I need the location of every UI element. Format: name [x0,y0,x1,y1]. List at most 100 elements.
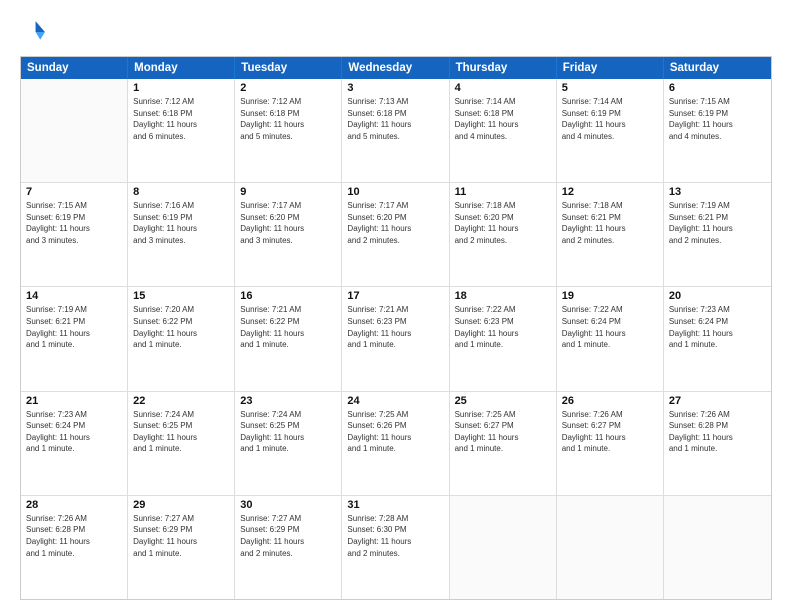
cal-cell: 14Sunrise: 7:19 AMSunset: 6:21 PMDayligh… [21,287,128,390]
cell-line: Sunset: 6:19 PM [562,108,658,120]
day-number: 26 [562,395,658,407]
cell-line: and 1 minute. [562,443,658,455]
cell-line: Daylight: 11 hours [562,119,658,131]
cell-line: Sunrise: 7:14 AM [455,96,551,108]
cal-cell: 24Sunrise: 7:25 AMSunset: 6:26 PMDayligh… [342,392,449,495]
cal-cell: 6Sunrise: 7:15 AMSunset: 6:19 PMDaylight… [664,79,771,182]
cal-cell: 28Sunrise: 7:26 AMSunset: 6:28 PMDayligh… [21,496,128,599]
cell-line: Sunset: 6:18 PM [347,108,443,120]
cal-cell: 26Sunrise: 7:26 AMSunset: 6:27 PMDayligh… [557,392,664,495]
cell-line: and 2 minutes. [455,235,551,247]
day-number: 20 [669,290,766,302]
cell-line: Sunrise: 7:16 AM [133,200,229,212]
cell-line: Sunset: 6:19 PM [26,212,122,224]
day-number: 11 [455,186,551,198]
day-number: 29 [133,499,229,511]
cal-header-cell: Monday [128,57,235,79]
cal-row: 21Sunrise: 7:23 AMSunset: 6:24 PMDayligh… [21,392,771,496]
cal-cell: 13Sunrise: 7:19 AMSunset: 6:21 PMDayligh… [664,183,771,286]
cal-cell: 20Sunrise: 7:23 AMSunset: 6:24 PMDayligh… [664,287,771,390]
cell-line: Sunrise: 7:26 AM [26,513,122,525]
cal-cell: 7Sunrise: 7:15 AMSunset: 6:19 PMDaylight… [21,183,128,286]
cell-line: Sunset: 6:20 PM [240,212,336,224]
cell-line: and 1 minute. [240,443,336,455]
cell-line: and 1 minute. [26,339,122,351]
cal-row: 28Sunrise: 7:26 AMSunset: 6:28 PMDayligh… [21,496,771,599]
day-number: 7 [26,186,122,198]
cell-line: and 4 minutes. [455,131,551,143]
cal-cell: 31Sunrise: 7:28 AMSunset: 6:30 PMDayligh… [342,496,449,599]
cell-line: Daylight: 11 hours [26,432,122,444]
cell-line: Sunrise: 7:26 AM [562,409,658,421]
day-number: 30 [240,499,336,511]
cell-line: Daylight: 11 hours [347,536,443,548]
day-number: 4 [455,82,551,94]
cell-line: Sunrise: 7:25 AM [347,409,443,421]
cell-line: Sunrise: 7:23 AM [669,304,766,316]
cell-line: Sunset: 6:23 PM [347,316,443,328]
cell-line: Sunset: 6:27 PM [562,420,658,432]
cell-line: Sunrise: 7:15 AM [669,96,766,108]
cell-line: Daylight: 11 hours [26,536,122,548]
cell-line: and 1 minute. [133,339,229,351]
cell-line: Daylight: 11 hours [347,328,443,340]
cal-cell: 17Sunrise: 7:21 AMSunset: 6:23 PMDayligh… [342,287,449,390]
cell-line: Sunset: 6:30 PM [347,524,443,536]
cal-cell: 15Sunrise: 7:20 AMSunset: 6:22 PMDayligh… [128,287,235,390]
cal-header-cell: Thursday [450,57,557,79]
day-number: 10 [347,186,443,198]
cell-line: Sunset: 6:23 PM [455,316,551,328]
cell-line: Sunrise: 7:23 AM [26,409,122,421]
cell-line: Sunset: 6:18 PM [133,108,229,120]
cal-cell: 11Sunrise: 7:18 AMSunset: 6:20 PMDayligh… [450,183,557,286]
day-number: 31 [347,499,443,511]
cell-line: and 1 minute. [669,443,766,455]
cell-line: and 1 minute. [26,443,122,455]
cell-line: Sunset: 6:20 PM [455,212,551,224]
cal-cell: 29Sunrise: 7:27 AMSunset: 6:29 PMDayligh… [128,496,235,599]
cal-cell: 22Sunrise: 7:24 AMSunset: 6:25 PMDayligh… [128,392,235,495]
cell-line: and 4 minutes. [562,131,658,143]
cal-cell: 5Sunrise: 7:14 AMSunset: 6:19 PMDaylight… [557,79,664,182]
cal-cell: 27Sunrise: 7:26 AMSunset: 6:28 PMDayligh… [664,392,771,495]
cell-line: Daylight: 11 hours [240,432,336,444]
cell-line: Sunrise: 7:17 AM [240,200,336,212]
cell-line: Sunrise: 7:18 AM [455,200,551,212]
cell-line: Sunrise: 7:20 AM [133,304,229,316]
cell-line: and 2 minutes. [347,235,443,247]
day-number: 22 [133,395,229,407]
cal-header-cell: Sunday [21,57,128,79]
day-number: 14 [26,290,122,302]
cal-header-cell: Saturday [664,57,771,79]
cell-line: and 3 minutes. [133,235,229,247]
cal-cell [664,496,771,599]
day-number: 25 [455,395,551,407]
cell-line: Sunrise: 7:22 AM [562,304,658,316]
cal-cell: 2Sunrise: 7:12 AMSunset: 6:18 PMDaylight… [235,79,342,182]
cell-line: Sunrise: 7:14 AM [562,96,658,108]
cal-cell: 23Sunrise: 7:24 AMSunset: 6:25 PMDayligh… [235,392,342,495]
cell-line: Sunset: 6:21 PM [669,212,766,224]
cell-line: Daylight: 11 hours [455,432,551,444]
cell-line: and 4 minutes. [669,131,766,143]
logo [20,18,52,46]
cell-line: and 2 minutes. [669,235,766,247]
day-number: 1 [133,82,229,94]
cell-line: Sunrise: 7:24 AM [133,409,229,421]
cell-line: Sunset: 6:21 PM [26,316,122,328]
day-number: 12 [562,186,658,198]
cell-line: Daylight: 11 hours [133,536,229,548]
cell-line: Daylight: 11 hours [240,328,336,340]
logo-icon [20,18,48,46]
cell-line: Sunrise: 7:15 AM [26,200,122,212]
cell-line: and 3 minutes. [26,235,122,247]
cell-line: Daylight: 11 hours [240,119,336,131]
cell-line: Sunrise: 7:12 AM [240,96,336,108]
cell-line: Daylight: 11 hours [347,432,443,444]
day-number: 13 [669,186,766,198]
cell-line: and 1 minute. [455,339,551,351]
cell-line: Sunset: 6:25 PM [133,420,229,432]
cell-line: Daylight: 11 hours [669,328,766,340]
cal-cell: 30Sunrise: 7:27 AMSunset: 6:29 PMDayligh… [235,496,342,599]
cal-cell [21,79,128,182]
